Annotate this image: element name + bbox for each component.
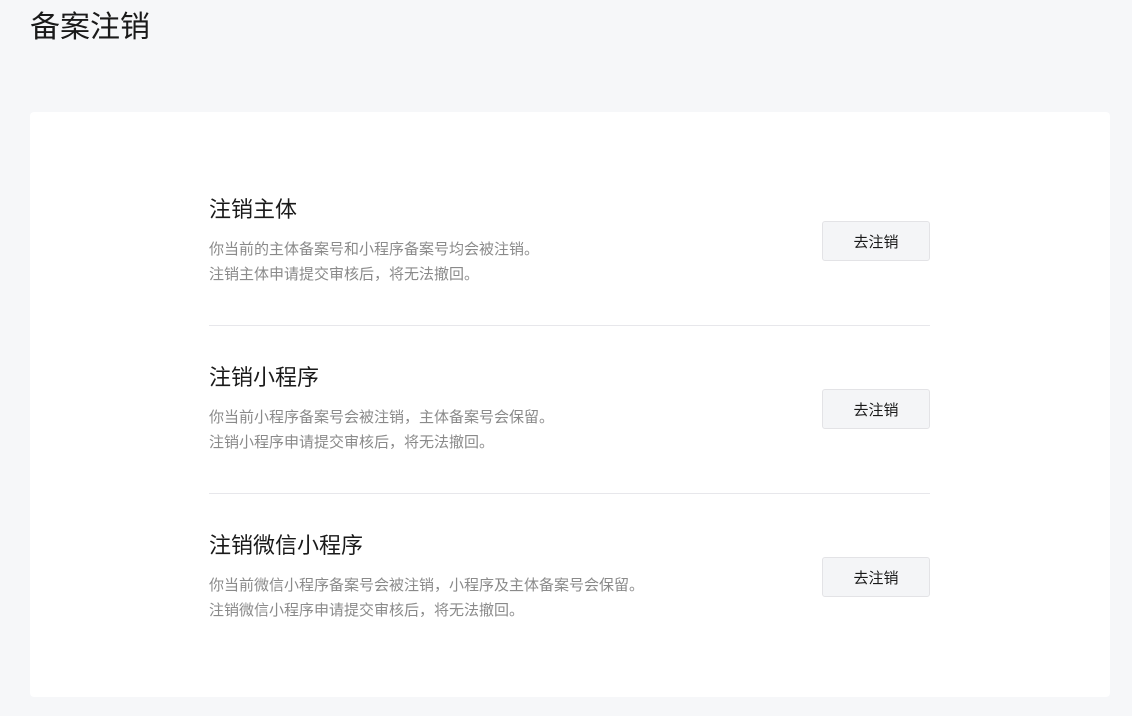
cancellation-options-list: 注销主体 你当前的主体备案号和小程序备案号均会被注销。 注销主体申请提交审核后，…: [209, 185, 930, 661]
cancel-wechat-mini-program-button[interactable]: 去注销: [822, 557, 930, 597]
option-cancel-wechat-mini-program: 注销微信小程序 你当前微信小程序备案号会被注销，小程序及主体备案号会保留。 注销…: [209, 494, 930, 661]
cancel-entity-button[interactable]: 去注销: [822, 221, 930, 261]
option-description-line-2: 注销小程序申请提交审核后，将无法撤回。: [209, 433, 495, 451]
option-description-line-2: 注销主体申请提交审核后，将无法撤回。: [209, 265, 480, 283]
option-cancel-entity: 注销主体 你当前的主体备案号和小程序备案号均会被注销。 注销主体申请提交审核后，…: [209, 185, 930, 326]
option-description-line-2: 注销微信小程序申请提交审核后，将无法撤回。: [209, 601, 525, 619]
cancellation-options-card: 注销主体 你当前的主体备案号和小程序备案号均会被注销。 注销主体申请提交审核后，…: [30, 112, 1110, 697]
page-title: 备案注销: [30, 10, 150, 45]
option-cancel-mini-program: 注销小程序 你当前小程序备案号会被注销，主体备案号会保留。 注销小程序申请提交审…: [209, 326, 930, 494]
cancel-mini-program-button[interactable]: 去注销: [822, 389, 930, 429]
